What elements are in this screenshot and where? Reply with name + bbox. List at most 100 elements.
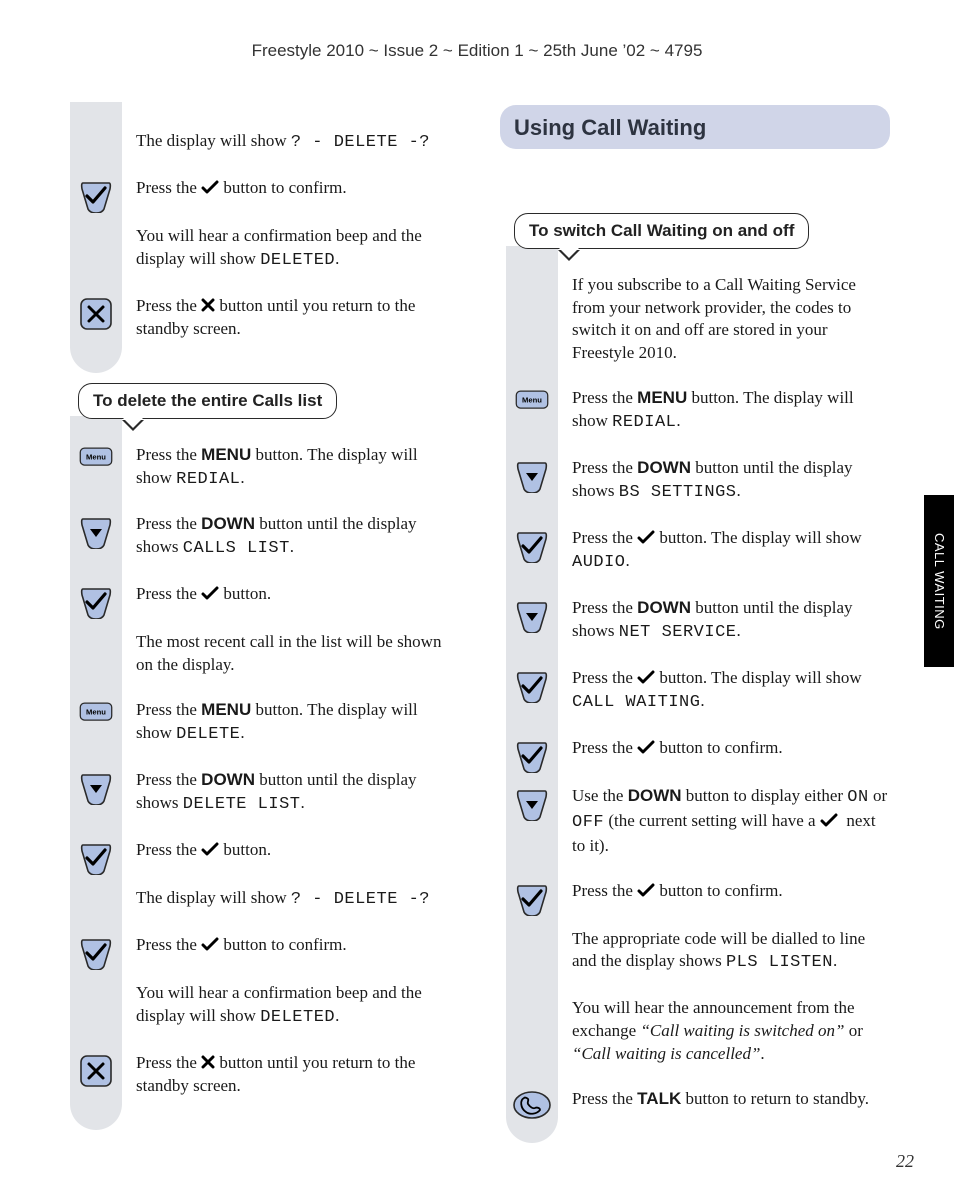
check-icon [201, 842, 219, 856]
columns: The display will show ? - DELETE -?Press… [64, 105, 890, 1143]
icon-cell [70, 631, 122, 633]
step-row: Press the TALK button to return to stand… [500, 1082, 890, 1127]
icon-cell [70, 295, 122, 331]
down-button-icon [515, 599, 549, 633]
check-button-icon [79, 585, 113, 619]
svg-text:Menu: Menu [86, 452, 106, 461]
icon-cell: Menu [506, 387, 558, 411]
step-row: Press the button until you return to the… [64, 289, 454, 357]
step-text: Press the button. The display will show … [572, 527, 890, 585]
step-text: Press the MENU button. The display will … [136, 444, 454, 502]
step-row: Press the button to confirm. [500, 731, 890, 779]
step-row: Use the DOWN button to display either ON… [500, 779, 890, 874]
step-text: Press the DOWN button until the display … [136, 769, 454, 827]
step-row: Press the DOWN button until the display … [64, 763, 454, 833]
step-row: Press the DOWN button until the display … [500, 451, 890, 521]
step-row: Press the button. The display will show … [500, 661, 890, 731]
icon-cell [506, 785, 558, 821]
step-row: Menu Press the MENU button. The display w… [64, 693, 454, 763]
icon-cell [70, 513, 122, 549]
step-row: The display will show ? - DELETE -? [64, 124, 454, 171]
icon-cell [506, 737, 558, 773]
step-text: Press the button to confirm. [572, 737, 890, 770]
side-tab: CALL WAITING [924, 495, 954, 667]
menu-button-icon: Menu [79, 701, 113, 723]
icon-cell [70, 225, 122, 227]
icon-cell [70, 130, 122, 132]
right-steps: If you subscribe to a Call Waiting Servi… [500, 246, 890, 1144]
step-text: You will hear a confirmation beep and th… [136, 225, 454, 283]
icon-cell [506, 597, 558, 633]
cross-button-icon [79, 1054, 113, 1088]
down-button-icon [79, 515, 113, 549]
step-text: Press the TALK button to return to stand… [572, 1088, 890, 1121]
icon-cell [70, 934, 122, 970]
check-icon [637, 883, 655, 897]
step-row: Press the button to confirm. [500, 874, 890, 922]
section-heading: Using Call Waiting [500, 105, 890, 149]
icon-cell: Menu [70, 699, 122, 723]
step-row: Press the button to confirm. [64, 928, 454, 976]
step-row: Menu Press the MENU button. The display w… [500, 381, 890, 451]
down-button-icon [79, 771, 113, 805]
step-row: Press the DOWN button until the display … [64, 507, 454, 577]
cross-icon [201, 298, 215, 312]
icon-cell [70, 1052, 122, 1088]
step-text: Press the MENU button. The display will … [136, 699, 454, 757]
left-intro-steps: The display will show ? - DELETE -? Press… [64, 102, 454, 373]
step-row: The display will show ? - DELETE -? [64, 881, 454, 928]
icon-cell [506, 880, 558, 916]
step-row: You will hear a confirmation beep and th… [64, 219, 454, 289]
step-text: Press the DOWN button until the display … [572, 457, 890, 515]
step-row: You will hear the announcement from the … [500, 991, 890, 1082]
down-button-icon [515, 787, 549, 821]
right-column: Using Call Waiting To switch Call Waitin… [500, 105, 890, 1143]
step-row: The most recent call in the list will be… [64, 625, 454, 693]
cross-button-icon [79, 297, 113, 331]
step-text: Press the MENU button. The display will … [572, 387, 890, 445]
icon-cell [70, 982, 122, 984]
step-text: The appropriate code will be dialled to … [572, 928, 890, 986]
check-button-icon [515, 669, 549, 703]
check-button-icon [79, 841, 113, 875]
step-text: Press the button until you return to the… [136, 295, 454, 351]
check-icon [201, 180, 219, 194]
step-row: Menu Press the MENU button. The display w… [64, 438, 454, 508]
icon-cell [506, 274, 558, 276]
step-row: Press the button. [64, 833, 454, 881]
check-icon [637, 670, 655, 684]
subheader-wrap: To switch Call Waiting on and off [514, 213, 890, 249]
step-row: The appropriate code will be dialled to … [500, 922, 890, 992]
step-text: Press the button to confirm. [572, 880, 890, 913]
page-number: 22 [896, 1149, 914, 1173]
icon-cell [506, 997, 558, 999]
check-button-icon [79, 179, 113, 213]
cross-icon [201, 1055, 215, 1069]
svg-text:Menu: Menu [522, 396, 542, 405]
step-text: You will hear a confirmation beep and th… [136, 982, 454, 1040]
step-text: Press the button to confirm. [136, 177, 454, 210]
icon-cell [70, 887, 122, 889]
step-text: Press the button until you return to the… [136, 1052, 454, 1108]
left-column: The display will show ? - DELETE -?Press… [64, 105, 454, 1143]
step-text: If you subscribe to a Call Waiting Servi… [572, 274, 890, 376]
step-row: You will hear a confirmation beep and th… [64, 976, 454, 1046]
icon-cell [506, 928, 558, 930]
left-subheader: To delete the entire Calls list [78, 383, 337, 419]
step-text: Press the DOWN button until the display … [572, 597, 890, 655]
step-text: The display will show ? - DELETE -? [136, 130, 454, 165]
step-row: Press the DOWN button until the display … [500, 591, 890, 661]
check-icon [201, 586, 219, 600]
subheader-wrap: To delete the entire Calls list [78, 383, 454, 419]
check-icon [201, 937, 219, 951]
icon-cell [506, 667, 558, 703]
icon-cell: Menu [70, 444, 122, 468]
menu-button-icon: Menu [515, 389, 549, 411]
icon-cell [70, 769, 122, 805]
icon-cell [70, 583, 122, 619]
step-text: Press the DOWN button until the display … [136, 513, 454, 571]
icon-cell [506, 457, 558, 493]
step-text: Press the button. [136, 839, 454, 872]
menu-button-icon: Menu [79, 446, 113, 468]
header-line: Freestyle 2010 ~ Issue 2 ~ Edition 1 ~ 2… [64, 40, 890, 63]
